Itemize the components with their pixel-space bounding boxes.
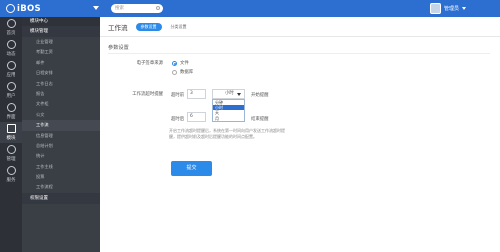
help-text: 开启工作流超时提醒后，系统在第一时间向用户发送工作流超时提醒，提供超时前及超时后… bbox=[169, 128, 285, 139]
submenu-item[interactable]: 信息管理 bbox=[22, 131, 100, 141]
page-title: 工作流 bbox=[108, 23, 128, 32]
rail-item-service[interactable]: 服务 bbox=[0, 164, 22, 185]
main-header: 工作流 参数设置 分类设置 bbox=[100, 17, 500, 37]
chevron-down-icon bbox=[237, 93, 241, 96]
gear-icon bbox=[6, 145, 16, 154]
radio-unchecked-icon bbox=[172, 69, 177, 75]
radio-database[interactable]: 数据库 bbox=[172, 69, 193, 75]
rail-label: 模块 bbox=[6, 136, 16, 141]
submenu: 模块中心 模块管理 企业管理 考勤工资 邮件 日程安排 工作日志 报告 文件柜 … bbox=[22, 17, 100, 252]
rail-label: 用户 bbox=[6, 94, 16, 99]
unit-option[interactable]: 月 bbox=[213, 116, 244, 121]
divider bbox=[108, 53, 490, 54]
start-remind-label: 开始提醒 bbox=[251, 93, 269, 98]
unit-select[interactable]: 小时 bbox=[212, 89, 245, 99]
timeout-label: 工作流超时提醒 bbox=[132, 92, 163, 97]
rail-item-users[interactable]: 用户 bbox=[0, 80, 22, 101]
search-input[interactable]: 搜索 bbox=[111, 4, 163, 13]
submenu-item[interactable]: 总结计划 bbox=[22, 141, 100, 151]
radio-label: 文件 bbox=[180, 61, 189, 66]
rail-item-feed[interactable]: 动态 bbox=[0, 38, 22, 59]
before-label: 超时前 bbox=[171, 93, 185, 98]
logo-icon bbox=[6, 4, 15, 13]
submit-button[interactable]: 提交 bbox=[171, 161, 212, 176]
submenu-footer[interactable]: 权限设置 bbox=[22, 192, 100, 204]
submenu-item[interactable]: 工作流程 bbox=[22, 182, 100, 192]
chat-icon bbox=[6, 40, 16, 49]
rail-label: 首页 bbox=[6, 31, 16, 36]
logo-text: iBOS bbox=[17, 3, 41, 14]
submenu-item[interactable]: 企业管理 bbox=[22, 37, 100, 47]
after-label: 超时后 bbox=[171, 117, 185, 122]
radio-file[interactable]: 文件 bbox=[172, 60, 189, 66]
headset-icon bbox=[6, 166, 16, 175]
top-bar: iBOS 搜索 管理员 bbox=[0, 0, 500, 17]
after-value-input[interactable]: 6 bbox=[187, 112, 206, 122]
submenu-item[interactable]: 邮件 bbox=[22, 58, 100, 68]
icon-rail: 首页 动态 应用 用户 界面 模块 管理 服务 bbox=[0, 17, 22, 252]
rail-item-manage[interactable]: 管理 bbox=[0, 143, 22, 164]
rail-item-interface[interactable]: 界面 bbox=[0, 101, 22, 122]
submenu-item[interactable]: 工作主线 bbox=[22, 162, 100, 172]
rail-label: 服务 bbox=[6, 178, 16, 183]
section-title: 参数设置 bbox=[108, 45, 129, 51]
search-icon[interactable] bbox=[156, 6, 160, 10]
home-icon bbox=[6, 19, 16, 28]
rail-label: 管理 bbox=[6, 157, 16, 162]
submenu-item[interactable]: 统计 bbox=[22, 151, 100, 161]
radio-checked-icon bbox=[172, 60, 177, 66]
submenu-item[interactable]: 考勤工资 bbox=[22, 47, 100, 57]
before-value-input[interactable]: 3 bbox=[187, 89, 206, 99]
submenu-header[interactable]: 模块中心 bbox=[22, 17, 100, 26]
tab-params[interactable]: 参数设置 bbox=[135, 22, 162, 31]
rail-label: 界面 bbox=[6, 115, 16, 120]
users-icon bbox=[6, 82, 16, 91]
user-menu[interactable]: 管理员 bbox=[430, 3, 467, 14]
search-placeholder: 搜索 bbox=[115, 6, 124, 11]
grid-icon bbox=[6, 124, 16, 133]
unit-select-value: 小时 bbox=[225, 91, 234, 96]
unit-dropdown: 分钟 小时 天 月 bbox=[212, 99, 245, 122]
chevron-down-icon bbox=[462, 7, 467, 10]
sealing-label: 电子签章来源 bbox=[136, 61, 163, 66]
submenu-item[interactable]: 日程安排 bbox=[22, 68, 100, 78]
app-icon bbox=[6, 61, 16, 70]
avatar bbox=[430, 3, 441, 14]
window-icon bbox=[6, 103, 16, 112]
submenu-item[interactable]: 公文 bbox=[22, 110, 100, 120]
submenu-item[interactable]: 投票 bbox=[22, 172, 100, 182]
submenu-item[interactable]: 工作日志 bbox=[22, 79, 100, 89]
submenu-item[interactable]: 报告 bbox=[22, 89, 100, 99]
username: 管理员 bbox=[444, 6, 460, 12]
rail-item-modules[interactable]: 模块 bbox=[0, 122, 22, 143]
submenu-item-workflow[interactable]: 工作流 bbox=[22, 120, 100, 131]
collapse-menu-icon[interactable] bbox=[93, 6, 99, 10]
end-remind-label: 结束提醒 bbox=[251, 117, 269, 122]
logo[interactable]: iBOS bbox=[6, 3, 41, 14]
rail-label: 动态 bbox=[6, 52, 16, 57]
radio-label: 数据库 bbox=[180, 70, 194, 75]
rail-item-home[interactable]: 首页 bbox=[0, 17, 22, 38]
rail-item-apps[interactable]: 应用 bbox=[0, 59, 22, 80]
submenu-item[interactable]: 文件柜 bbox=[22, 99, 100, 109]
rail-label: 应用 bbox=[6, 73, 16, 78]
tab-categories[interactable]: 分类设置 bbox=[166, 23, 192, 31]
submenu-group[interactable]: 模块管理 bbox=[22, 26, 100, 37]
